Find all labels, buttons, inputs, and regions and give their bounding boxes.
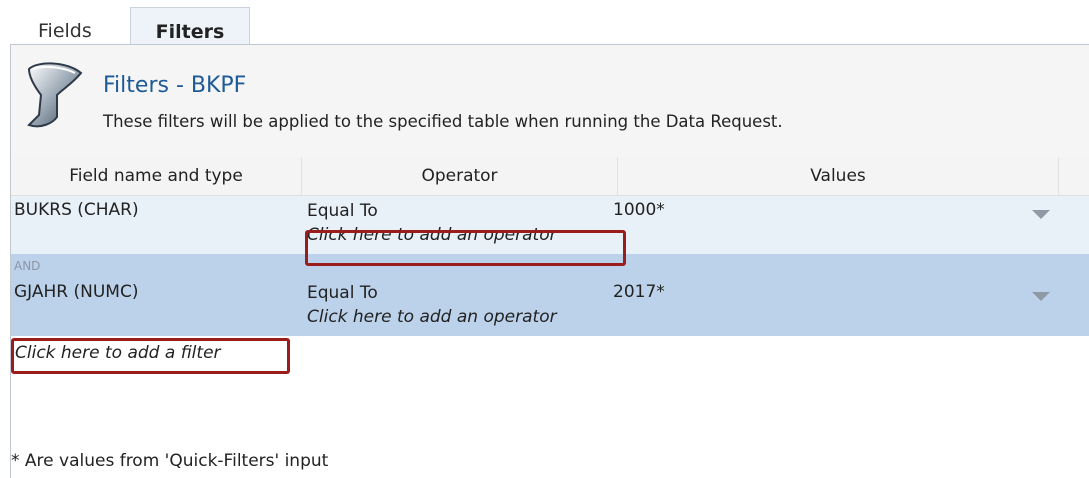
table-row[interactable]: AND GJAHR (NUMC) Equal To Click here to … [11, 254, 1089, 336]
filter-grid: Field name and type Operator Values BUKR… [11, 157, 1089, 447]
panel-header: Filters - BKPF These filters will be app… [11, 45, 1089, 157]
add-operator-link[interactable]: Click here to add an operator [307, 307, 557, 327]
tab-filters[interactable]: Filters [130, 7, 250, 45]
funnel-icon [27, 62, 83, 128]
page-title: Filters - BKPF [103, 73, 247, 98]
footnote: * Are values from 'Quick-Filters' input [11, 451, 329, 471]
page-subtitle: These filters will be applied to the spe… [103, 112, 783, 131]
footer: * Are values from 'Quick-Filters' input [11, 447, 1089, 478]
column-header-extra [1059, 157, 1089, 196]
filters-panel: Filters - BKPF These filters will be app… [10, 44, 1089, 478]
field-name-cell: BUKRS (CHAR) [14, 200, 139, 220]
dropdown-arrow-icon[interactable] [1032, 292, 1050, 301]
highlight-add-operator [305, 230, 626, 266]
highlight-add-filter [11, 338, 290, 374]
tab-fields[interactable]: Fields [38, 11, 92, 43]
operator-value[interactable]: Equal To [307, 201, 378, 221]
filter-value-cell[interactable]: 1000* [613, 200, 665, 220]
column-header-field[interactable]: Field name and type [11, 157, 302, 196]
tab-bar: Fields Filters [0, 0, 1089, 45]
operator-value[interactable]: Equal To [307, 283, 378, 303]
connector-label: AND [14, 259, 41, 273]
filter-value-cell[interactable]: 2017* [613, 282, 665, 302]
dropdown-arrow-icon[interactable] [1032, 210, 1050, 219]
column-header-values[interactable]: Values [618, 157, 1059, 196]
column-header-operator[interactable]: Operator [302, 157, 618, 196]
field-name-cell: GJAHR (NUMC) [14, 282, 139, 302]
